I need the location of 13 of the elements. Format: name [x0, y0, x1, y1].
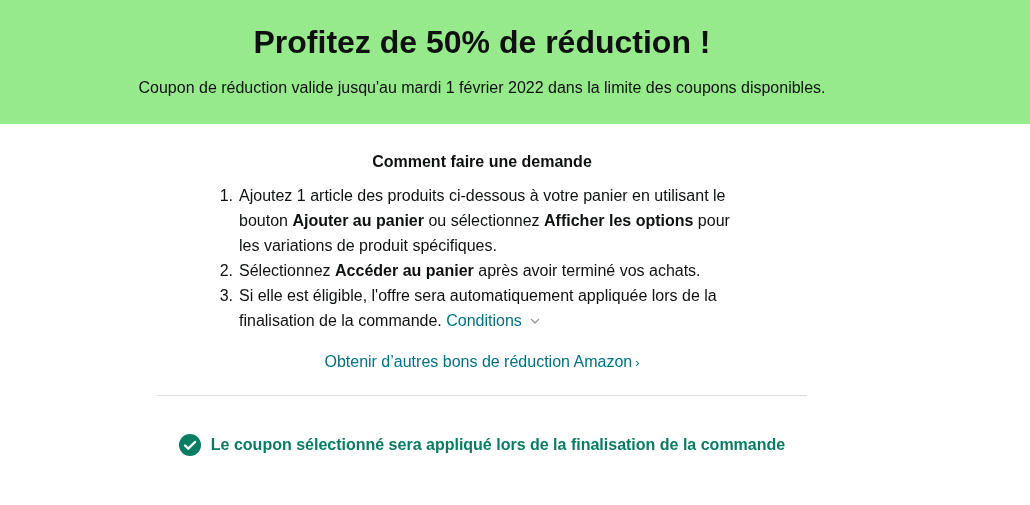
step-number: 2.: [218, 261, 234, 281]
step-text: Si elle est éligible, l'offre sera automatiquement appliquée lors de la finalisation de la commande. Conditions: [237, 283, 747, 333]
more-coupons-link[interactable]: Obtenir d’autres bons de réduction Amazon ›: [324, 350, 640, 374]
step-number: 3.: [218, 286, 234, 306]
promo-subtitle: Coupon de réduction valide jusqu'au mardi 1 février 2022 dans la limite des coupons disponibles.: [138, 78, 826, 98]
step-text: Sélectionnez Accéder au panier après avoir terminé vos achats.: [238, 261, 702, 281]
chevron-down-icon: [529, 317, 540, 324]
instructions-heading: Comment faire une demande: [372, 152, 592, 172]
step-number: 1.: [218, 186, 234, 206]
conditions-link[interactable]: Conditions: [446, 308, 540, 333]
step-text: Ajoutez 1 article des produits ci-dessous à votre panier en utilisant le bouton Ajouter au panier ou sélectionnez Afficher les options pour les variations de produit spécifiques.: [238, 186, 731, 256]
promo-title: Profitez de 50% de réduction !: [253, 23, 711, 62]
status-message: Le coupon sélectionné sera appliqué lors de la finalisation de la commande: [210, 435, 786, 455]
